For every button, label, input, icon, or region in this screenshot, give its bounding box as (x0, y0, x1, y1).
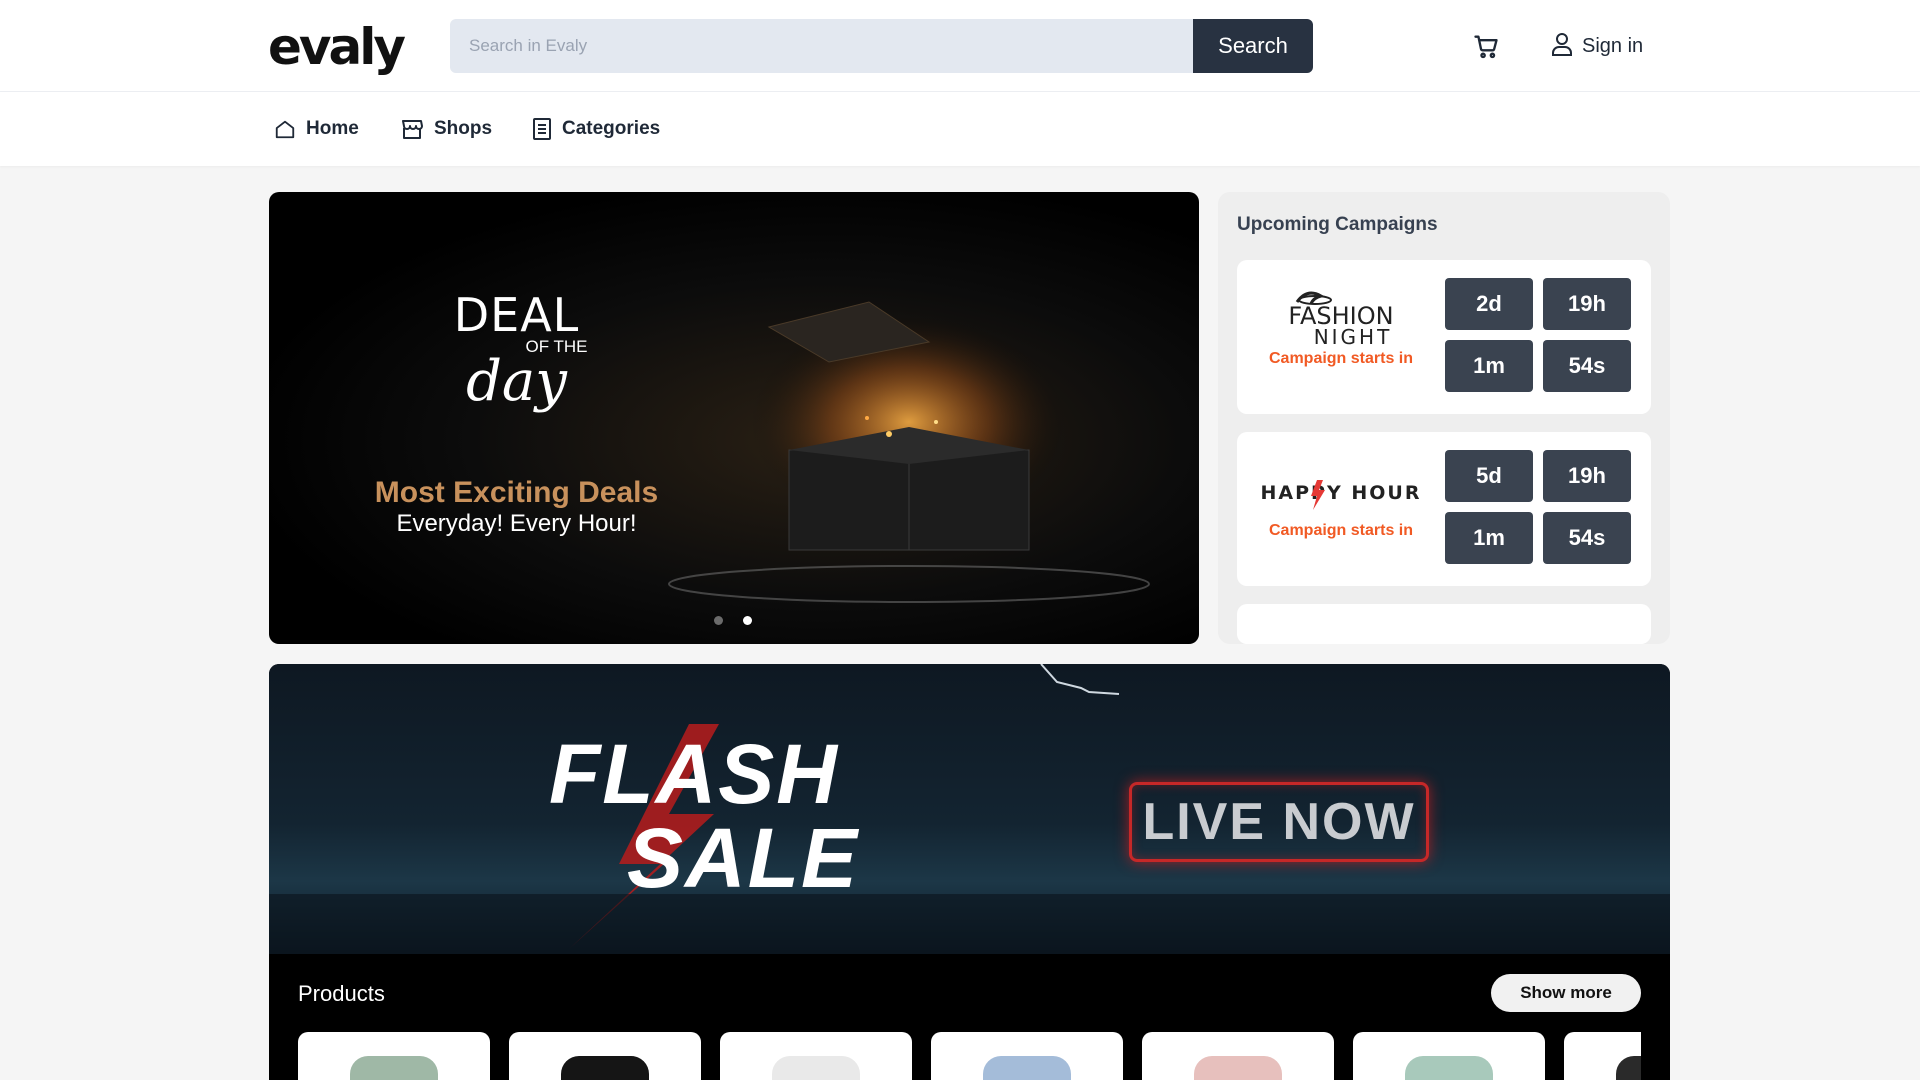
live-now-badge: LIVE NOW (1129, 782, 1429, 862)
categories-icon (532, 118, 552, 140)
flash-line2: SALE (627, 811, 860, 905)
top-header: evaly Search Sign in (0, 0, 1920, 92)
deal-of-the-day-logo: DEAL OF THE day (269, 292, 764, 410)
timer-seconds: 54s (1543, 512, 1631, 564)
product-card[interactable] (720, 1032, 912, 1080)
product-image (1194, 1056, 1282, 1080)
campaigns-title: Upcoming Campaigns (1237, 214, 1438, 235)
product-image (772, 1056, 860, 1080)
campaign-starts-label: Campaign starts in (1268, 522, 1414, 539)
user-icon (1550, 31, 1574, 62)
search-bar: Search (450, 19, 1313, 73)
campaign-starts-label: Campaign starts in (1268, 350, 1414, 367)
flash-sale-banner[interactable]: FLASH SALE LIVE NOW (269, 664, 1670, 954)
main-nav: Home Shops Categories (0, 92, 1920, 166)
timer-days: 2d (1445, 278, 1533, 330)
nav-home[interactable]: Home (274, 115, 359, 143)
timer-seconds: 54s (1543, 340, 1631, 392)
sign-in-label: Sign in (1582, 34, 1644, 57)
timer-minutes: 1m (1445, 512, 1533, 564)
flash-banner-decoration (269, 664, 1670, 954)
nav-home-label: Home (306, 118, 359, 139)
show-more-button[interactable]: Show more (1491, 974, 1641, 1012)
timer-days: 5d (1445, 450, 1533, 502)
hero-decoration (668, 301, 1150, 603)
nav-shops[interactable]: Shops (400, 115, 492, 143)
product-image (350, 1056, 438, 1080)
fashion-logo-line2: NIGHT (1314, 325, 1393, 349)
product-image (1405, 1056, 1493, 1080)
timer-hours: 19h (1543, 278, 1631, 330)
flash-sale-title: FLASH SALE (549, 732, 859, 900)
product-card[interactable] (298, 1032, 490, 1080)
deal-text: DEAL (453, 288, 580, 342)
product-image (561, 1056, 649, 1080)
product-card[interactable] (1142, 1032, 1334, 1080)
nav-shops-label: Shops (434, 118, 493, 139)
campaign-card-fashion-night[interactable]: FASHION NIGHT Campaign starts in 2d 19h … (1237, 260, 1651, 414)
campaign-card-happy-hour[interactable]: HAPPY HOUR Campaign starts in 5d 19h 1m … (1237, 432, 1651, 586)
hero-subline: Everyday! Every Hour! (396, 510, 637, 537)
flash-line1: FLASH (549, 727, 839, 821)
product-card[interactable] (509, 1032, 701, 1080)
campaign-card-partial[interactable] (1237, 604, 1651, 644)
home-icon (274, 118, 296, 140)
timer-hours: 19h (1543, 450, 1631, 502)
hero-carousel[interactable]: DEAL OF THE day Most Exciting Deals Ever… (269, 192, 1199, 644)
product-card[interactable] (931, 1032, 1123, 1080)
happy-hour-logo-text: HAPPY HOUR (1261, 482, 1422, 504)
product-image (1616, 1056, 1641, 1080)
product-card[interactable] (1353, 1032, 1545, 1080)
upcoming-campaigns-panel: Upcoming Campaigns FASHION NIGHT Campaig… (1218, 192, 1670, 644)
product-row (298, 1032, 1641, 1080)
carousel-dots (714, 616, 752, 625)
search-button[interactable]: Search (1193, 19, 1313, 73)
nav-categories[interactable]: Categories (532, 115, 660, 143)
carousel-dot[interactable] (714, 616, 723, 625)
evaly-logo[interactable]: evaly (268, 22, 406, 72)
hero-headline: Most Exciting Deals (374, 476, 659, 509)
cart-icon[interactable] (1472, 32, 1500, 60)
search-input[interactable] (450, 19, 1193, 73)
fashion-night-logo: FASHION NIGHT (1237, 280, 1445, 350)
day-text: day (466, 349, 567, 414)
sign-in-button[interactable]: Sign in (1550, 30, 1643, 62)
product-card[interactable] (1564, 1032, 1641, 1080)
carousel-dot-active[interactable] (743, 616, 752, 625)
nav-categories-label: Categories (562, 118, 661, 139)
happy-hour-logo: HAPPY HOUR (1237, 452, 1445, 522)
products-title: Products (298, 981, 385, 1006)
flash-sale-section: FLASH SALE LIVE NOW Products Show more (269, 664, 1670, 1080)
shop-icon (400, 118, 424, 140)
timer-minutes: 1m (1445, 340, 1533, 392)
product-image (983, 1056, 1071, 1080)
